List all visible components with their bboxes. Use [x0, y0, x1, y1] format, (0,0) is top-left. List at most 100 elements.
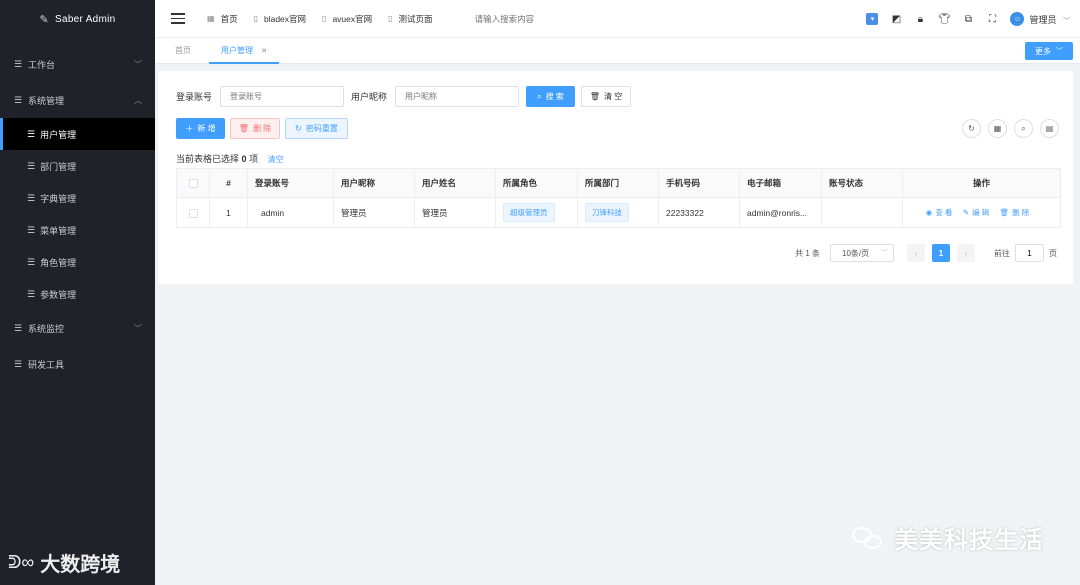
sidebar-subitem-label: 用户管理 [40, 129, 77, 140]
table-header: 所属部门 [577, 168, 659, 198]
avatar[interactable]: ☺ [1010, 12, 1025, 26]
username-label: 管理员 [1029, 14, 1057, 25]
reset-password-label: 密码重置 [305, 124, 338, 133]
row-checkbox[interactable] [176, 197, 210, 228]
lock-icon[interactable]: 🔒︎ [914, 13, 926, 25]
table-header: 操作 [902, 168, 1061, 198]
sidebar: ✎ Saber Admin ☰ 工作台 ﹀ ☰ 系统管理 ︿ ☰ 用户管理 ☰ … [0, 0, 155, 585]
document-icon: ▯ [253, 14, 258, 23]
sidebar-subitem-dictionary[interactable]: ☰ 字典管理 [0, 182, 155, 214]
plus-icon: ＋ [185, 124, 194, 133]
sidebar-item-workbench[interactable]: ☰ 工作台 ﹀ [0, 46, 155, 82]
wechat-icon [852, 525, 886, 551]
page-number-current[interactable]: 1 [932, 244, 950, 262]
sidebar-subitem-departments[interactable]: ☰ 部门管理 [0, 150, 155, 182]
page-size-select[interactable]: 10条/页 ﹀ [830, 244, 894, 262]
add-button[interactable]: ＋ 新 增 [176, 118, 225, 139]
search-icon[interactable]: ⌕ [1014, 119, 1033, 138]
table-header: # [209, 168, 248, 198]
list-icon: ☰ [14, 358, 23, 369]
list-icon: ☰ [27, 160, 36, 171]
eye-icon: ◉ [925, 208, 933, 217]
sidebar-item-monitor[interactable]: ☰ 系统监控 ﹀ [0, 310, 155, 346]
sidebar-subitem-label: 部门管理 [40, 161, 77, 172]
cell-dept: 刀锋科技 [577, 197, 659, 228]
sidebar-subitem-users[interactable]: ☰ 用户管理 [0, 118, 155, 150]
app-logo[interactable]: ✎ Saber Admin [0, 0, 155, 38]
pagination-total: 共 1 条 [795, 248, 820, 258]
top-link-test[interactable]: ▯ 测试页面 [388, 13, 432, 25]
sidebar-subitem-roles[interactable]: ☰ 角色管理 [0, 246, 155, 278]
cell-email: admin@ronris... [739, 197, 822, 228]
app-logo-text: Saber Admin [54, 13, 116, 25]
prev-page-button[interactable]: ‹ [907, 244, 925, 262]
shirt-icon[interactable]: 👕︎ [938, 13, 951, 25]
sidebar-item-label: 系统监控 [28, 323, 65, 334]
selection-info: 当前表格已选择 0 项 清空 [176, 152, 284, 165]
pen-icon: ✎ [39, 13, 49, 26]
account-input[interactable] [220, 86, 345, 107]
add-button-label: 新 增 [197, 124, 216, 133]
role-tag: 超级管理员 [503, 203, 555, 222]
next-page-button[interactable]: › [957, 244, 975, 262]
print-icon[interactable]: ▤ [1040, 119, 1059, 138]
tab-users[interactable]: 用户管理 ✕ [209, 38, 280, 64]
tabs-bar: 首页 用户管理 ✕ 更多 ﹀ [155, 38, 1080, 64]
page-size-value: 10条/页 [842, 248, 870, 258]
close-icon[interactable]: ✕ [261, 48, 267, 55]
top-link-label: 测试页面 [398, 13, 433, 24]
trash-icon: 🗑︎ [238, 124, 249, 133]
user-management-card: 登录账号 用户昵称 ⌕ 搜 索 🗑︎ 清 空 ＋ 新 增 🗑︎ 删 除 ↻ 密码… [158, 71, 1073, 284]
goto-label: 前往 [994, 248, 1010, 258]
cell-phone: 22233322 [658, 197, 740, 228]
goto-page-input[interactable] [1015, 244, 1044, 262]
refresh-icon: ↻ [295, 124, 302, 133]
select-all-checkbox[interactable] [176, 168, 210, 198]
watermark-right-text: 美美科技生活 [894, 527, 1044, 554]
refresh-icon[interactable]: ↻ [962, 119, 981, 138]
table-header: 电子邮箱 [739, 168, 822, 198]
view-button[interactable]: ◉ 查 看 [926, 208, 953, 217]
dept-tag: 刀锋科技 [585, 203, 629, 222]
clear-button[interactable]: 🗑︎ 清 空 [581, 86, 632, 107]
sidebar-item-system[interactable]: ☰ 系统管理 ︿ [0, 82, 155, 118]
sidebar-subitem-menus[interactable]: ☰ 菜单管理 [0, 214, 155, 246]
table-header: 所属角色 [495, 168, 578, 198]
edit-button[interactable]: ✎ 编 辑 [963, 208, 989, 217]
color-picker-icon[interactable]: ◩ [890, 13, 902, 25]
list-icon: ☰ [27, 192, 36, 203]
account-label: 登录账号 [176, 92, 213, 102]
sidebar-subitem-params[interactable]: ☰ 参数管理 [0, 278, 155, 310]
sidebar-item-devtools[interactable]: ☰ 研发工具 [0, 346, 155, 382]
top-link-label: avuex官网 [332, 13, 373, 24]
sidebar-item-label: 研发工具 [28, 359, 65, 370]
theme-dropdown-icon[interactable]: ▾ [866, 13, 879, 25]
hamburger-icon[interactable] [171, 10, 185, 27]
search-icon: ⌕ [537, 91, 542, 101]
top-search-input[interactable] [474, 13, 595, 24]
chevron-down-icon: ﹀ [1056, 48, 1063, 55]
pagination: 共 1 条 10条/页 ﹀ ‹ 1 › 前往 页 [795, 244, 1057, 262]
columns-icon[interactable]: ▦ [988, 119, 1007, 138]
nickname-input[interactable] [395, 86, 520, 107]
tab-home[interactable]: 首页 [175, 38, 191, 64]
top-link-home[interactable]: ▦ 首页 [207, 13, 238, 25]
search-button[interactable]: ⌕ 搜 索 [526, 86, 576, 107]
reset-password-button[interactable]: ↻ 密码重置 [285, 118, 348, 139]
table-header: 用户姓名 [414, 168, 496, 198]
top-link-avuex[interactable]: ▯ avuex官网 [322, 13, 372, 25]
top-link-bladex[interactable]: ▯ bladex官网 [254, 13, 306, 25]
more-button[interactable]: 更多 ﹀ [1025, 42, 1073, 60]
fullscreen-icon[interactable]: ⛶ [986, 13, 998, 25]
row-delete-button[interactable]: 🗑︎ 删 除 [1000, 208, 1030, 217]
sidebar-subitem-label: 角色管理 [40, 257, 77, 268]
trash-icon: 🗑︎ [999, 208, 1010, 217]
delete-button[interactable]: 🗑︎ 删 除 [230, 118, 280, 139]
table-tools: ↻ ▦ ⌕ ▤ [955, 119, 1059, 138]
watermark-right: 美美科技生活 [852, 520, 1044, 555]
selection-clear-link[interactable]: 清空 [268, 155, 284, 164]
screen-icon[interactable]: ⧉ [962, 13, 974, 25]
user-menu[interactable]: 管理员 ﹀ [1029, 13, 1070, 26]
selection-prefix: 当前表格已选择 [176, 154, 240, 164]
sidebar-subitem-label: 字典管理 [40, 193, 77, 204]
